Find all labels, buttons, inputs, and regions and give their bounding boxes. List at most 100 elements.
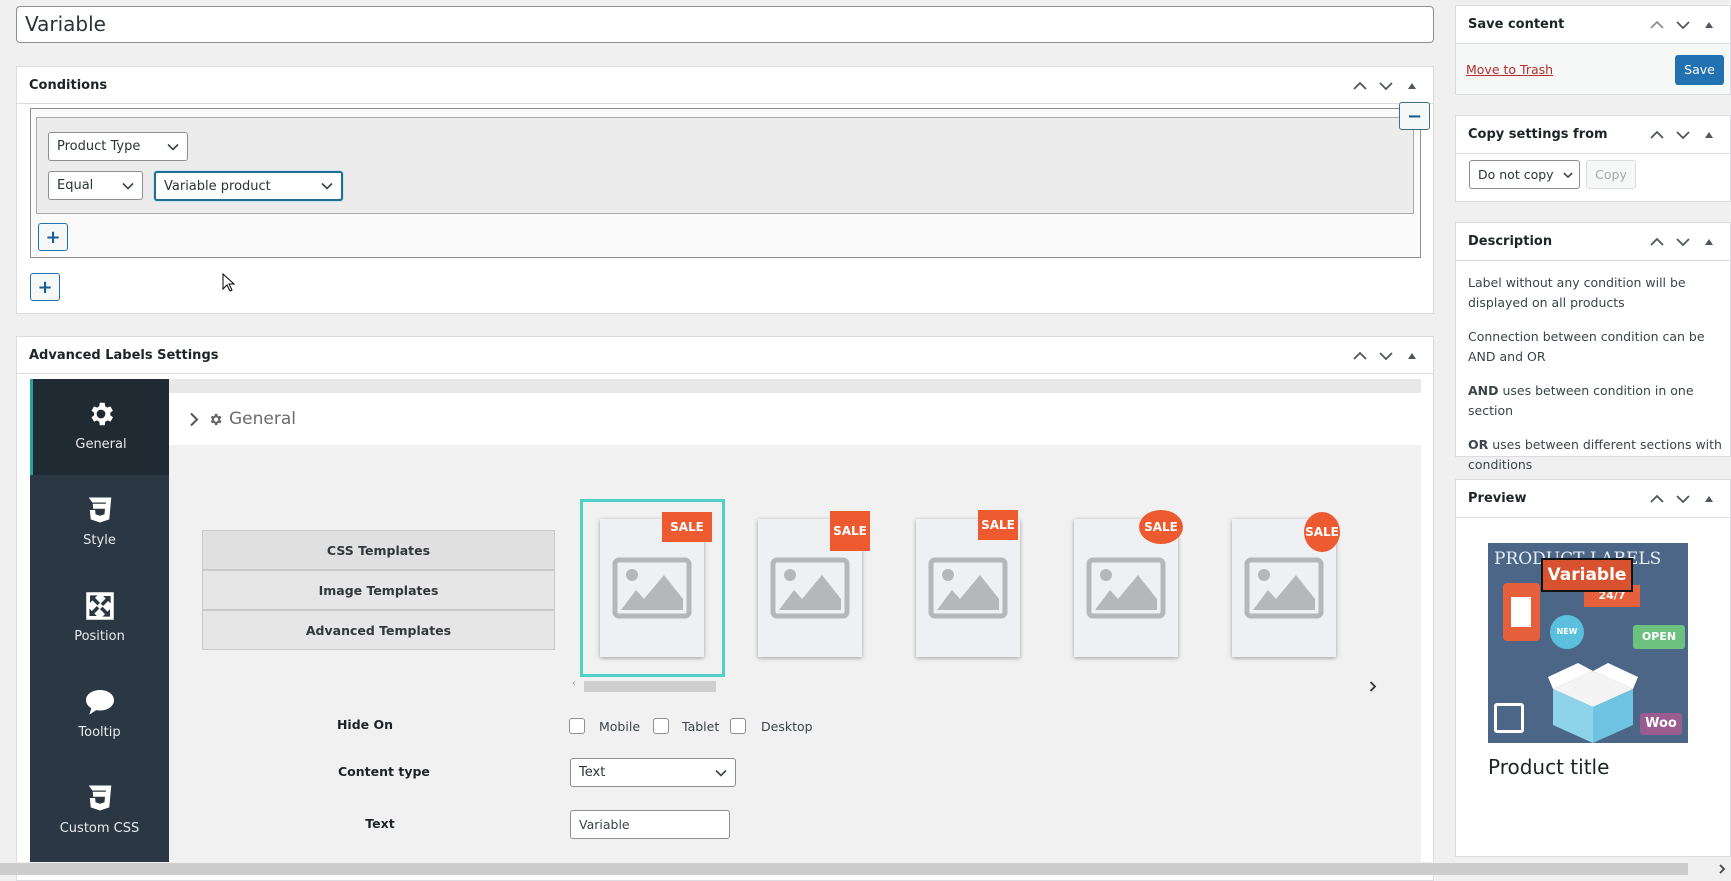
hide-on-label: Hide On [336,717,394,732]
add-and-condition-button[interactable]: + [38,223,68,251]
sale-badge: SALE [978,510,1018,540]
content-type-select[interactable]: Text [570,758,736,787]
description-box: Description Label without any condition … [1455,222,1731,472]
arrows-expand-icon [85,592,114,620]
description-text-3: AND uses between condition in one sectio… [1468,383,1694,418]
move-down-icon[interactable] [1670,494,1696,504]
add-or-condition-button[interactable]: + [30,273,60,301]
copy-button[interactable]: Copy [1586,160,1636,189]
collapse-toggle-icon[interactable] [1399,82,1425,90]
move-down-icon[interactable] [1670,237,1696,247]
move-up-icon[interactable] [1347,81,1373,91]
chevron-down-icon [167,143,179,151]
speech-bubble-icon [85,690,114,715]
image-templates-button[interactable]: Image Templates [202,570,555,610]
move-up-icon[interactable] [1644,237,1670,247]
move-down-icon[interactable] [1670,20,1696,30]
hide-tablet-label: Tablet [682,719,720,734]
advanced-templates-button[interactable]: Advanced Templates [202,610,555,650]
chevron-right-icon[interactable] [189,412,199,427]
conditions-header: Conditions [17,67,1433,104]
template-card[interactable]: SALE [758,511,870,657]
copy-settings-box: Copy settings from Do not copy Copy [1455,115,1731,202]
box-illustration [1548,661,1638,743]
collapse-toggle-icon[interactable] [1399,352,1425,360]
condition-field-select[interactable]: Product Type [48,132,188,161]
preview-product-image: PRODUCT LABELS 24/7 NEW OPEN Woo Variabl… [1488,543,1688,743]
tab-style[interactable]: Style [30,475,169,571]
save-button[interactable]: Save [1675,55,1724,85]
scroll-right-icon[interactable] [1718,864,1726,874]
image-placeholder-icon [770,557,850,619]
condition-value-select[interactable]: Variable product [154,171,343,201]
template-card[interactable]: SALE [916,510,1020,657]
hide-mobile-checkbox[interactable] [569,718,585,734]
preview-title: Preview [1468,491,1527,506]
description-text-2: Connection between condition can be AND … [1468,329,1705,364]
move-up-icon[interactable] [1644,494,1670,504]
advanced-header: Advanced Labels Settings [17,337,1433,374]
sale-badge: SALE [662,512,712,542]
description-text-4: OR uses between different sections with … [1468,437,1722,472]
collapse-toggle-icon[interactable] [1696,238,1722,246]
collapse-toggle-icon[interactable] [1696,131,1722,139]
sale-badge: SALE [1139,510,1183,544]
template-card[interactable]: SALE [1074,510,1183,657]
chevron-down-icon [122,182,134,190]
remove-condition-group-button[interactable]: − [1399,102,1430,130]
tab-tooltip[interactable]: Tooltip [30,667,169,763]
hide-desktop-label: Desktop [761,719,813,734]
content-top-strip [169,379,1421,393]
hide-tablet-checkbox[interactable] [653,718,669,734]
carousel-next-icon[interactable] [1369,681,1377,692]
css3-icon [88,497,111,523]
gear-icon [210,413,222,426]
sticker-open: OPEN [1633,625,1685,649]
template-card[interactable]: SALE [600,512,712,657]
tab-custom-css[interactable]: Custom CSS [30,763,169,859]
save-content-title: Save content [1468,17,1565,32]
conditions-title: Conditions [29,78,108,93]
label-text-input[interactable]: Variable [570,810,730,839]
move-up-icon[interactable] [1644,20,1670,30]
carousel-scroll-left-icon[interactable]: ‹ [572,678,576,689]
label-title-input[interactable]: Variable [16,6,1434,43]
advanced-title: Advanced Labels Settings [29,348,219,363]
carousel-scrollbar-thumb[interactable] [584,681,716,692]
css3-icon [88,785,111,811]
hide-desktop-checkbox[interactable] [730,718,746,734]
move-up-icon[interactable] [1347,351,1373,361]
chevron-down-icon [321,182,333,190]
move-to-trash-link[interactable]: Move to Trash [1466,62,1553,77]
collapse-toggle-icon[interactable] [1696,21,1722,29]
tab-position[interactable]: Position [30,571,169,667]
page-scrollbar-thumb[interactable] [0,863,1688,875]
move-down-icon[interactable] [1373,351,1399,361]
sale-badge: SALE [830,511,870,551]
image-placeholder-icon [1244,557,1324,619]
preview-product-title: Product title [1488,755,1610,779]
mouse-cursor-icon [222,273,236,292]
section-header-bar [169,393,1421,445]
text-label: Text [365,816,395,831]
chevron-down-icon [715,769,727,777]
sticker-woo: Woo [1640,713,1682,735]
image-placeholder-icon [1086,557,1166,619]
move-down-icon[interactable] [1373,81,1399,91]
collapse-toggle-icon[interactable] [1696,495,1722,503]
image-placeholder-icon [612,557,692,619]
condition-operator-select[interactable]: Equal [48,171,143,200]
rocket-sticker [1494,703,1524,733]
css-templates-button[interactable]: CSS Templates [202,530,555,570]
save-content-box: Save content Move to Trash Save [1455,5,1731,95]
section-title: General [229,409,296,429]
template-card[interactable]: SALE [1232,512,1340,657]
settings-sidebar: General Style Position Tooltip Custom CS… [30,379,169,862]
copy-settings-select[interactable]: Do not copy [1469,160,1580,189]
move-down-icon[interactable] [1670,130,1696,140]
gear-icon [91,402,113,426]
copy-settings-title: Copy settings from [1468,127,1608,142]
image-placeholder-icon [928,557,1008,619]
tab-general[interactable]: General [30,379,169,475]
move-up-icon[interactable] [1644,130,1670,140]
